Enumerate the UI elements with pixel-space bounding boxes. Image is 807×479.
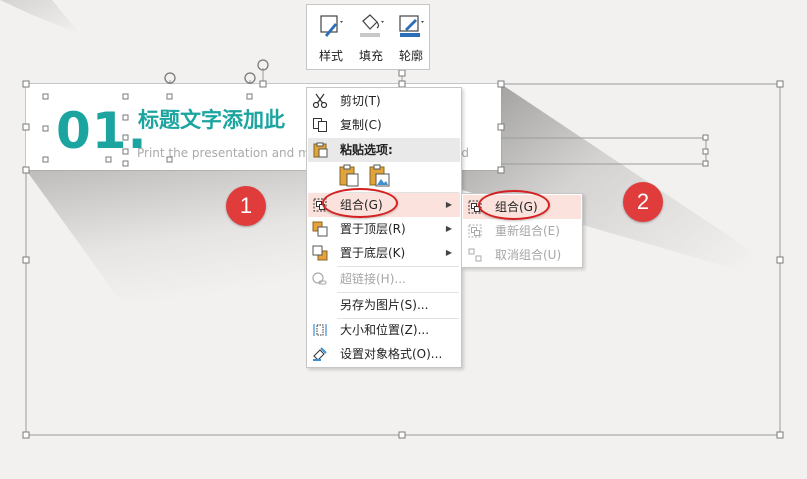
menu-item-format-object[interactable]: 设置对象格式(O)...: [308, 342, 460, 366]
scissors-icon: [312, 93, 328, 109]
style-label: 样式: [318, 49, 343, 63]
submenu-item-ungroup[interactable]: 取消组合(U): [463, 243, 581, 267]
fill-label: 填充: [358, 49, 383, 63]
annotation-ellipse-1: [322, 188, 398, 218]
menu-label: 复制(C): [340, 118, 382, 132]
slide-subtitle: Print the presentation and ma: [137, 146, 318, 160]
send-to-back-icon: [312, 245, 328, 261]
context-menu: 剪切(T) 复制(C) 粘贴选项: 组合(G) ▶ 置于顶层(R) ▶ 置于底层…: [306, 87, 462, 368]
copy-icon: [313, 118, 327, 132]
paste-keep-source-button[interactable]: [337, 164, 361, 190]
menu-item-send-to-back[interactable]: 置于底层(K) ▶: [308, 241, 460, 265]
shape-style-icon: [320, 15, 343, 37]
menu-item-save-as-picture[interactable]: 另存为图片(S)...: [308, 293, 460, 317]
submenu-arrow-icon: ▶: [445, 224, 452, 233]
menu-label: 置于底层(K): [340, 246, 406, 260]
clipboard-icon: [313, 142, 328, 158]
paste-options-label: 粘贴选项:: [340, 143, 393, 157]
submenu-item-regroup[interactable]: 重新组合(E): [463, 219, 581, 243]
menu-label: 置于顶层(R): [340, 222, 406, 236]
menu-item-size-position[interactable]: 大小和位置(Z)...: [308, 318, 460, 342]
ungroup-icon: [468, 248, 482, 262]
submenu-arrow-icon: ▶: [445, 200, 452, 209]
shape-fill-button[interactable]: 填充: [351, 9, 387, 67]
shape-style-button[interactable]: 样式: [311, 9, 347, 67]
annotation-ellipse-2: [478, 190, 550, 220]
shape-outline-button[interactable]: 轮廓: [391, 9, 427, 67]
menu-item-cut[interactable]: 剪切(T): [308, 89, 460, 113]
paste-options-header: 粘贴选项:: [308, 138, 460, 162]
outline-pen-icon: [399, 15, 424, 37]
menu-label: 超链接(H)...: [340, 272, 406, 286]
menu-label: 大小和位置(Z)...: [340, 323, 430, 337]
menu-label: 剪切(T): [340, 94, 381, 108]
bring-to-front-icon: [312, 221, 328, 237]
format-shape-icon: [313, 347, 327, 361]
menu-item-copy[interactable]: 复制(C): [308, 113, 460, 137]
paste-icon: [339, 164, 359, 187]
corner-shadow: [0, 0, 80, 34]
regroup-icon: [468, 224, 482, 238]
menu-label: 取消组合(U): [495, 248, 562, 262]
menu-item-bring-to-front[interactable]: 置于顶层(R) ▶: [308, 217, 460, 241]
menu-label: 重新组合(E): [495, 224, 560, 238]
hyperlink-icon: [312, 272, 327, 285]
long-shadow-left: [26, 170, 306, 310]
menu-label: 另存为图片(S)...: [340, 298, 429, 312]
slide-number: 01.: [56, 102, 148, 160]
paste-as-picture-button[interactable]: [367, 164, 391, 190]
mini-toolbar: 样式 填充 轮廓: [306, 4, 430, 70]
menu-item-hyperlink[interactable]: 超链接(H)...: [308, 267, 460, 291]
outline-label: 轮廓: [398, 49, 423, 63]
paint-bucket-icon: [360, 14, 384, 37]
size-position-icon: [313, 324, 327, 336]
paste-picture-icon: [369, 164, 390, 187]
step-badge-1: 1: [226, 186, 266, 226]
step-badge-2: 2: [623, 182, 663, 222]
slide-title: 标题文字添加此: [138, 108, 285, 132]
submenu-arrow-icon: ▶: [445, 248, 452, 257]
menu-label: 设置对象格式(O)...: [340, 347, 443, 361]
